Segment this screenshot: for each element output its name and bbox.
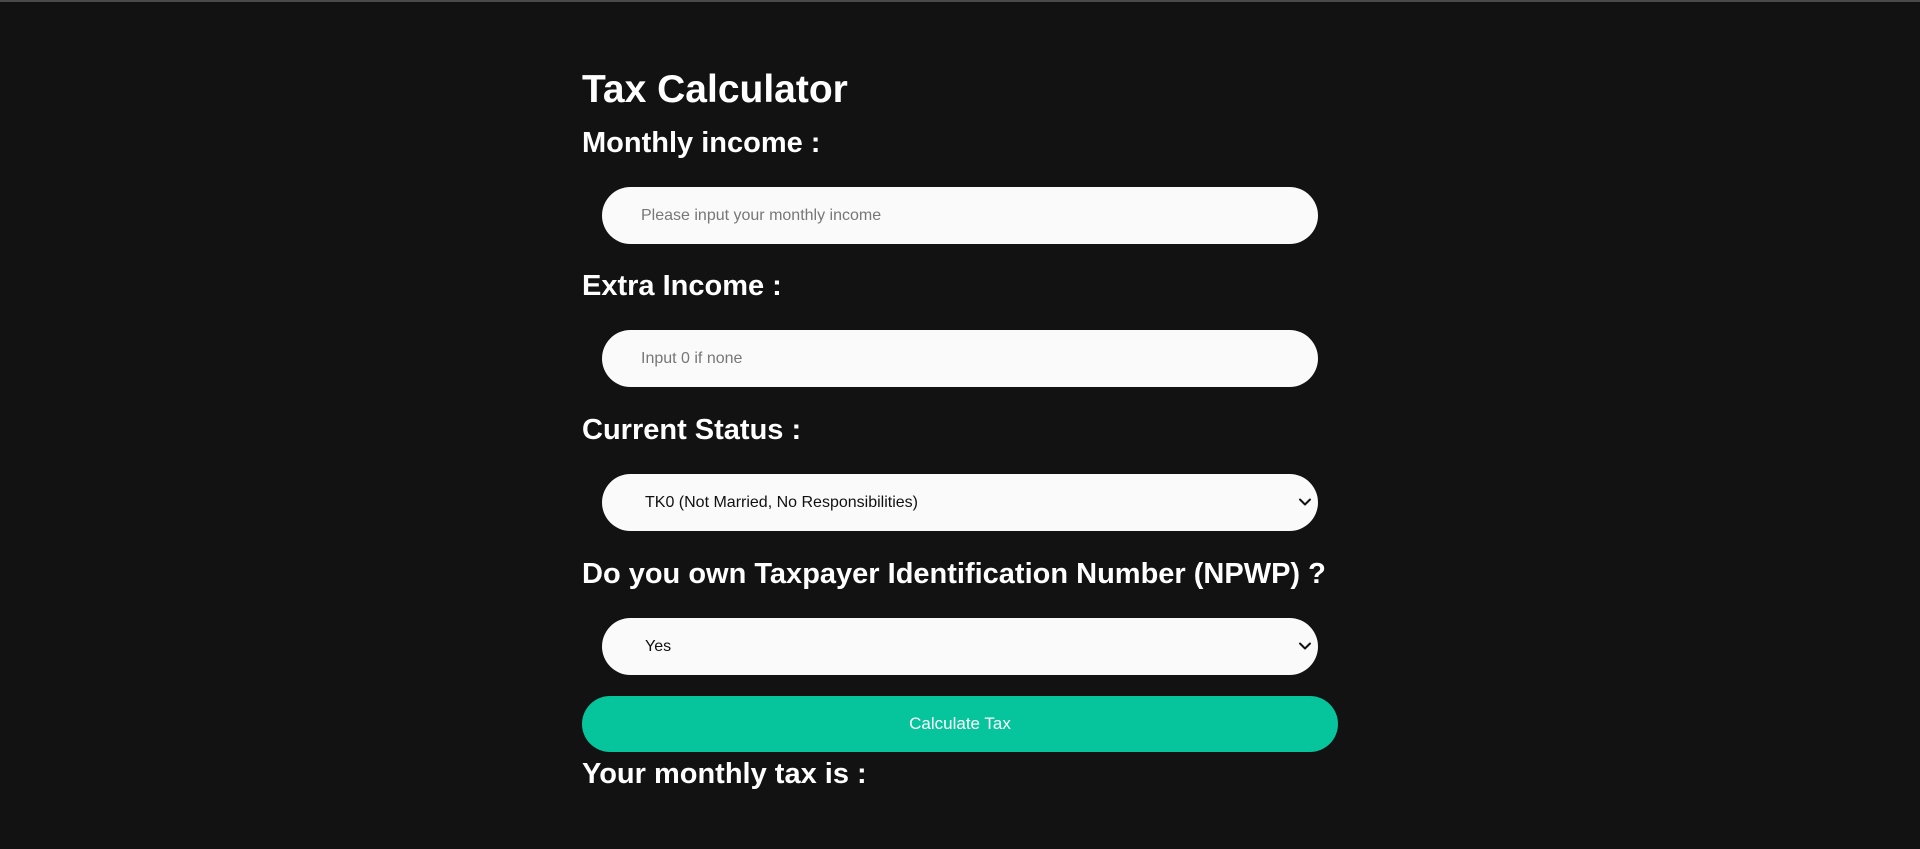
calculate-tax-button[interactable]: Calculate Tax xyxy=(582,696,1338,752)
monthly-income-field-wrapper xyxy=(602,187,1318,244)
extra-income-input[interactable] xyxy=(602,330,1318,387)
current-status-selected-value: TK0 (Not Married, No Responsibilities) xyxy=(645,494,918,511)
current-status-label: Current Status : xyxy=(582,414,802,446)
monthly-income-label: Monthly income : xyxy=(582,127,821,159)
current-status-select[interactable]: TK0 (Not Married, No Responsibilities) xyxy=(602,474,1318,531)
npwp-select[interactable]: Yes xyxy=(602,618,1318,675)
monthly-income-input[interactable] xyxy=(602,187,1318,244)
chevron-down-icon xyxy=(1299,642,1311,650)
npwp-selected-value: Yes xyxy=(645,638,672,655)
extra-income-field-wrapper xyxy=(602,330,1318,387)
npwp-label: Do you own Taxpayer Identification Numbe… xyxy=(582,558,1326,590)
page-title: Tax Calculator xyxy=(582,68,848,111)
chevron-down-icon xyxy=(1299,498,1311,506)
window-top-border xyxy=(0,0,1920,2)
monthly-tax-result-label: Your monthly tax is : xyxy=(582,758,867,790)
extra-income-label: Extra Income : xyxy=(582,270,782,302)
